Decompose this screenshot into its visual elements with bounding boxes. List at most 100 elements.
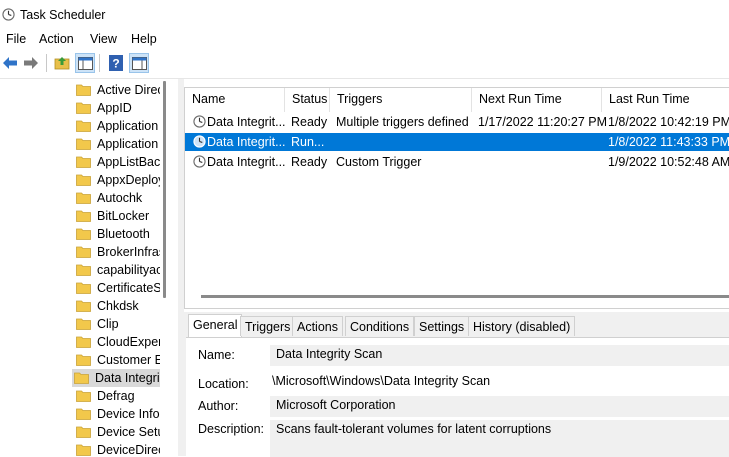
task-row[interactable]: Data Integrit... Run... 1/8/2022 11:43:33 …	[185, 133, 729, 151]
location-value: \Microsoft\Windows\Data Integrity Scan	[272, 374, 491, 388]
show-hide-tree-icon[interactable]	[75, 53, 95, 73]
column-header-name[interactable]: Name	[185, 88, 285, 112]
name-field[interactable]: Data Integrity Scan	[270, 345, 729, 366]
folder-icon	[76, 444, 91, 456]
tree-item[interactable]: BitLocker	[74, 207, 160, 225]
description-label: Description:	[198, 422, 264, 436]
tree-scrollbar-thumb[interactable]	[163, 81, 166, 298]
tree-item[interactable]: Defrag	[74, 387, 160, 405]
folder-icon	[76, 300, 91, 312]
tree-item[interactable]: Customer E	[74, 351, 160, 369]
description-field[interactable]: Scans fault-tolerant volumes for latent …	[270, 420, 729, 457]
folder-icon	[76, 84, 91, 96]
general-tab-content: Name: Data Integrity Scan Location: \Mic…	[186, 337, 729, 457]
author-field[interactable]: Microsoft Corporation	[270, 396, 729, 417]
tree-item[interactable]: DeviceDirec	[74, 441, 160, 456]
tree-item[interactable]: Device Setu	[74, 423, 160, 441]
menu-view[interactable]: View	[88, 32, 119, 46]
tab-conditions[interactable]: Conditions	[345, 316, 415, 336]
task-name-cell: Data Integrit...	[207, 135, 286, 149]
task-status-cell: Ready	[291, 155, 328, 169]
tab-history[interactable]: History (disabled)	[468, 316, 576, 336]
column-header-triggers[interactable]: Triggers	[330, 88, 472, 112]
tree-item-label: Customer E	[97, 353, 160, 367]
tree-item-label: Chkdsk	[97, 299, 139, 313]
task-last-run-cell: 1/9/2022 10:52:48 AM	[608, 155, 729, 169]
folder-icon	[76, 156, 91, 168]
tree-item-label: AppID	[97, 101, 132, 115]
tab-settings[interactable]: Settings	[414, 316, 470, 336]
column-header-next-run-time[interactable]: Next Run Time	[472, 88, 602, 112]
tree-item[interactable]: Active Directory	[74, 81, 160, 99]
help-icon[interactable]: ?	[106, 53, 126, 73]
tree-item-label: capabilityac	[97, 263, 160, 277]
up-folder-icon[interactable]	[52, 53, 72, 73]
task-row[interactable]: Data Integrit... Ready Custom Trigger 1/9/2…	[185, 153, 729, 171]
task-name-cell: Data Integrit...	[207, 155, 286, 169]
tree-item-label: DeviceDirec	[97, 443, 160, 456]
folder-icon	[76, 426, 91, 438]
folder-icon	[76, 264, 91, 276]
task-row[interactable]: Data Integrit... Ready Multiple triggers d…	[185, 113, 729, 131]
tree-item[interactable]: AppxDeploy	[74, 171, 160, 189]
tab-actions[interactable]: Actions	[292, 316, 343, 336]
menu-bar: File Action View Help	[0, 30, 729, 50]
location-label: Location:	[198, 377, 249, 391]
tree-item[interactable]: Autochk	[74, 189, 160, 207]
tree-item[interactable]: AppID	[74, 99, 160, 117]
folder-icon	[76, 408, 91, 420]
task-list: Name Status Triggers Next Run Time Last …	[184, 87, 729, 309]
tree-item-label: Autochk	[97, 191, 143, 205]
task-library-tree[interactable]: Active Directory AppID Application Applicat…	[0, 79, 178, 456]
task-list-scrollbar[interactable]	[201, 295, 729, 298]
tree-item[interactable]: CertificateS	[74, 279, 160, 297]
menu-file[interactable]: File	[4, 32, 28, 46]
forward-arrow-icon[interactable]	[21, 53, 41, 73]
toolbar: ?	[0, 50, 729, 79]
tab-triggers[interactable]: Triggers	[240, 316, 296, 336]
menu-action[interactable]: Action	[37, 32, 76, 46]
task-status-cell: Run...	[291, 135, 325, 149]
task-triggers-cell: Multiple triggers defined	[336, 115, 469, 129]
window-title: Task Scheduler	[20, 8, 106, 22]
svg-text:?: ?	[112, 57, 119, 71]
tab-general[interactable]: General	[188, 314, 243, 338]
tree-item-label: Active Directory	[97, 83, 160, 97]
column-header-status[interactable]: Status	[285, 88, 330, 112]
column-header-last-run-time[interactable]: Last Run Time	[602, 88, 729, 112]
tree-item-label: AppxDeploy	[97, 173, 160, 187]
tree-item[interactable]: BrokerInfras	[74, 243, 160, 261]
task-name-cell: Data Integrit...	[207, 115, 286, 129]
folder-icon	[76, 228, 91, 240]
tree-item-label: Defrag	[97, 389, 135, 403]
tree-item[interactable]: Bluetooth	[74, 225, 160, 243]
task-last-run-cell: 1/8/2022 11:43:33 PM	[608, 135, 729, 149]
folder-icon	[76, 336, 91, 348]
task-clock-icon	[193, 135, 206, 148]
folder-icon	[76, 120, 91, 132]
back-arrow-icon[interactable]	[0, 53, 20, 73]
tree-item[interactable]: capabilityac	[74, 261, 160, 279]
author-label: Author:	[198, 399, 239, 413]
tree-item-label: AppListBac	[97, 155, 160, 169]
tree-item-label: Bluetooth	[97, 227, 150, 241]
tree-item[interactable]: Clip	[74, 315, 160, 333]
tree-item[interactable]: Application	[74, 117, 160, 135]
tree-item[interactable]: Chkdsk	[74, 297, 160, 315]
tree-item-label: Application	[97, 119, 159, 133]
tree-item[interactable]: AppListBac	[74, 153, 160, 171]
task-next-run-cell: 1/17/2022 11:20:27 PM	[478, 115, 608, 129]
task-clock-icon	[193, 155, 206, 168]
tree-scrollbar[interactable]	[160, 79, 168, 456]
tree-item-label: BrokerInfras	[97, 245, 160, 259]
menu-help[interactable]: Help	[129, 32, 159, 46]
tree-item[interactable]: CloudExper	[74, 333, 160, 351]
tree-item-label: Data Integri	[95, 371, 160, 385]
tree-item[interactable]: Application	[74, 135, 160, 153]
task-clock-icon	[193, 115, 206, 128]
show-hide-action-pane-icon[interactable]	[129, 53, 149, 73]
folder-icon	[76, 390, 91, 402]
tree-item[interactable]: Data Integri	[72, 369, 160, 387]
folder-icon	[76, 354, 91, 366]
tree-item[interactable]: Device Info	[74, 405, 160, 423]
